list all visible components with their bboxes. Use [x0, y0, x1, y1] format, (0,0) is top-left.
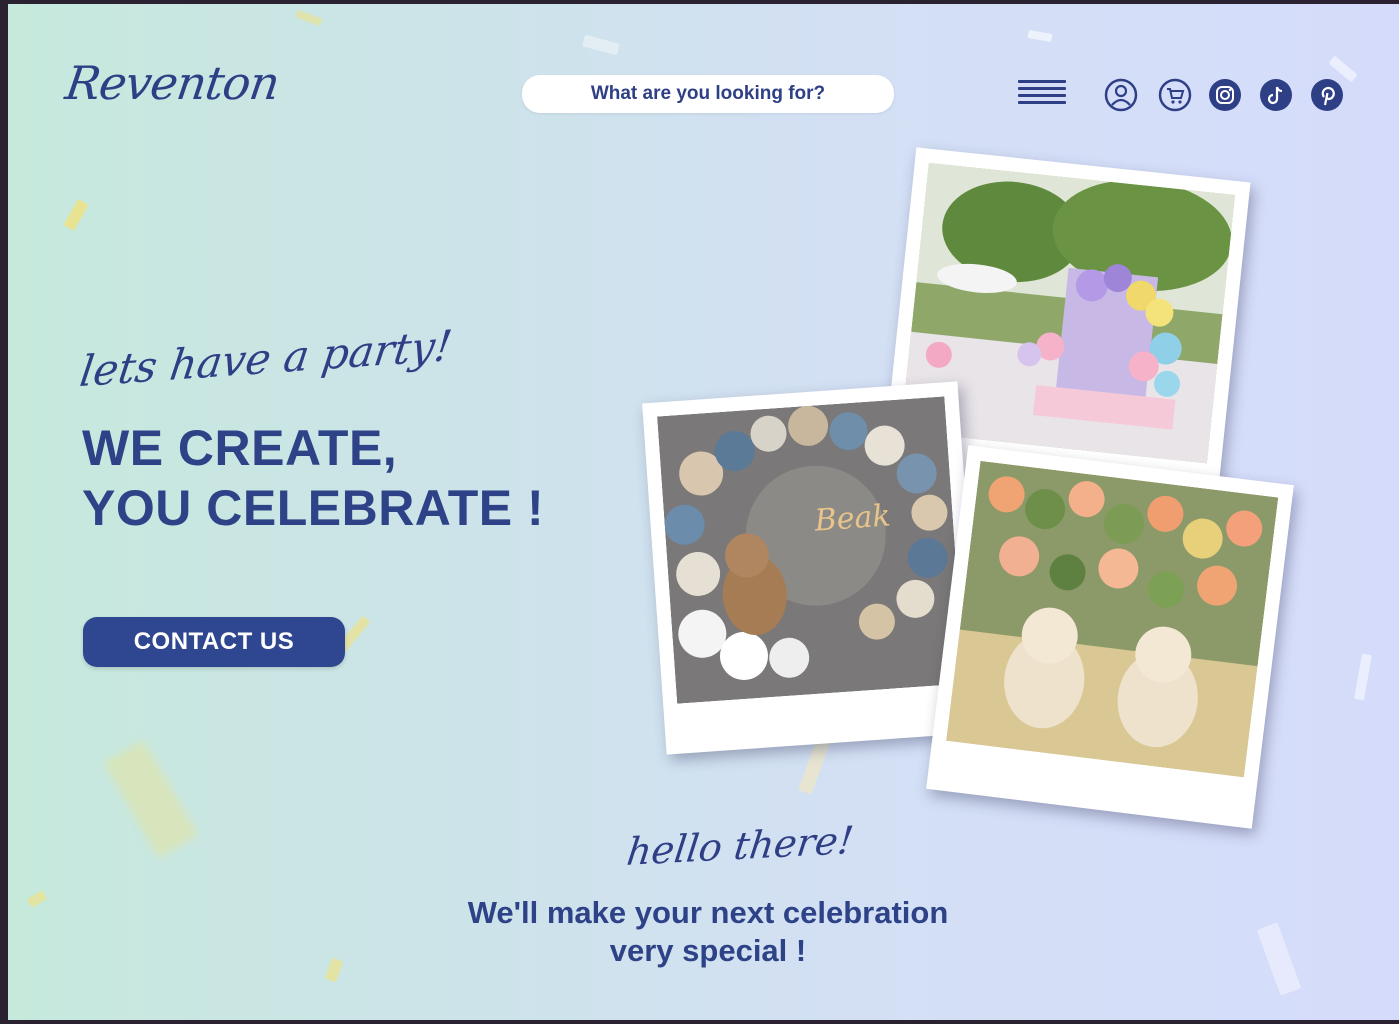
greeting-script: hello there! — [624, 818, 856, 874]
teddy-table-image — [946, 460, 1279, 778]
photo-teddy-table — [926, 445, 1294, 829]
confetti — [1027, 29, 1053, 43]
confetti — [26, 890, 48, 908]
cart-icon[interactable] — [1158, 78, 1192, 112]
confetti — [582, 34, 620, 56]
tiktok-icon[interactable] — [1259, 78, 1293, 112]
confetti — [103, 739, 199, 859]
brand-logo[interactable]: Reventon — [62, 56, 282, 110]
svg-text:Beak: Beak — [813, 498, 892, 538]
menu-icon[interactable] — [1018, 80, 1066, 114]
confetti — [63, 199, 89, 231]
confetti — [324, 957, 344, 983]
headline-line-2: YOU CELEBRATE ! — [82, 480, 545, 536]
contact-us-button[interactable]: CONTACT US — [83, 617, 345, 667]
hero-tagline: lets have a party! — [76, 320, 456, 397]
headline-line-1: WE CREATE, — [82, 420, 398, 476]
confetti — [1256, 922, 1302, 996]
hero-headline: WE CREATE, YOU CELEBRATE ! — [82, 418, 544, 538]
intro-line-1: We'll make your next celebration — [467, 895, 949, 930]
teddy-arch-image: Beak — [657, 396, 965, 704]
instagram-icon[interactable] — [1208, 78, 1242, 112]
pinterest-icon[interactable] — [1310, 78, 1344, 112]
user-icon[interactable] — [1104, 78, 1138, 112]
page-frame: Reventon What are you looking for? lets … — [8, 4, 1399, 1020]
photo-teddy-arch: Beak — [642, 381, 982, 755]
search-input[interactable] — [522, 75, 894, 113]
intro-text: We'll make your next celebration very sp… — [408, 894, 1008, 970]
confetti — [1354, 653, 1372, 701]
confetti — [295, 9, 323, 27]
intro-line-2: very special ! — [609, 933, 807, 968]
